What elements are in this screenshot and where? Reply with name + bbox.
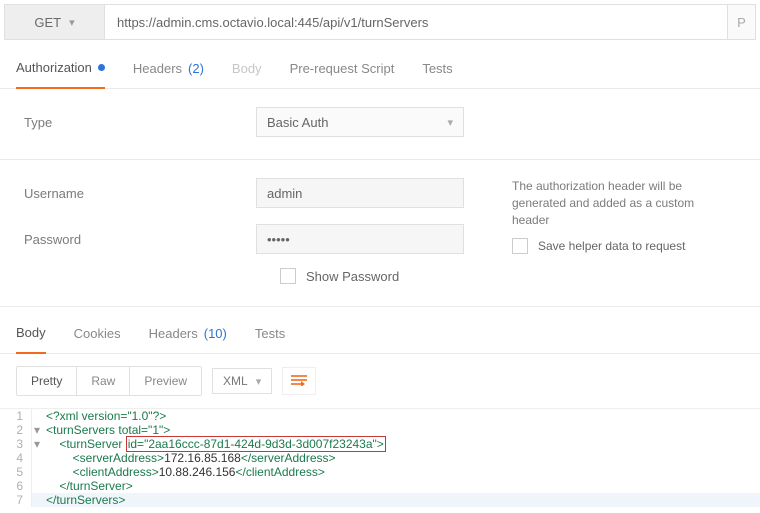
resp-tab-cookies[interactable]: Cookies — [74, 325, 121, 353]
chevron-down-icon: ▾ — [69, 16, 75, 29]
fold-icon[interactable]: ▾ — [32, 423, 42, 437]
tab-tests[interactable]: Tests — [422, 60, 452, 88]
auth-type-select[interactable]: Basic Auth ▾ — [256, 107, 464, 137]
code-text: 10.88.246.156 — [159, 465, 236, 479]
auth-help-text: The authorization header will be generat… — [512, 178, 732, 228]
type-label: Type — [24, 115, 256, 130]
auth-credentials-section: Username admin Password ••••• Show Passw… — [0, 160, 760, 307]
show-password-checkbox[interactable] — [280, 268, 296, 284]
code-text: </clientAddress> — [235, 465, 324, 479]
password-input[interactable]: ••••• — [256, 224, 464, 254]
request-tabs: Authorization Headers (2) Body Pre-reque… — [0, 40, 760, 89]
username-label: Username — [24, 186, 256, 201]
tab-label: Body — [232, 61, 262, 76]
tab-headers[interactable]: Headers (2) — [133, 60, 204, 88]
code-text: 172.16.85.168 — [164, 451, 241, 465]
wrap-toggle[interactable] — [282, 367, 316, 395]
select-value: Basic Auth — [267, 115, 328, 130]
params-button[interactable]: P — [727, 5, 755, 39]
tab-count: (10) — [204, 326, 227, 341]
tab-body[interactable]: Body — [232, 60, 262, 88]
code-text: id="2aa16ccc-87d1-424d-9d3d-3d007f23243a… — [128, 437, 384, 451]
fold-icon[interactable]: ▾ — [32, 437, 42, 451]
tab-label: Headers — [149, 326, 198, 341]
save-helper-label: Save helper data to request — [538, 239, 685, 253]
view-mode-group: Pretty Raw Preview — [16, 366, 202, 396]
tab-label: Tests — [422, 61, 452, 76]
tab-label: Body — [16, 325, 46, 340]
pretty-button[interactable]: Pretty — [17, 367, 76, 395]
password-label: Password — [24, 232, 256, 247]
line-number: 1 — [0, 409, 32, 423]
auth-type-section: Type Basic Auth ▾ — [0, 89, 760, 160]
code-text: total="1" — [115, 423, 163, 437]
format-value: XML — [223, 374, 248, 388]
resp-tab-body[interactable]: Body — [16, 325, 46, 354]
code-text: </turnServer> — [59, 479, 132, 493]
show-password-label: Show Password — [306, 269, 399, 284]
line-number: 2 — [0, 423, 32, 437]
highlight-box: id="2aa16ccc-87d1-424d-9d3d-3d007f23243a… — [126, 436, 386, 452]
resp-tab-headers[interactable]: Headers (10) — [149, 325, 227, 353]
request-bar: GET ▾ https://admin.cms.octavio.local:44… — [4, 4, 756, 40]
line-number: 4 — [0, 451, 32, 465]
chevron-down-icon: ▾ — [447, 116, 453, 129]
code-text: <turnServer — [59, 437, 122, 451]
url-input[interactable]: https://admin.cms.octavio.local:445/api/… — [105, 5, 727, 39]
tab-prerequest[interactable]: Pre-request Script — [290, 60, 395, 88]
code-text: <clientAddress> — [73, 465, 159, 479]
input-value: ••••• — [267, 232, 290, 247]
url-value: https://admin.cms.octavio.local:445/api/… — [117, 15, 428, 30]
line-number: 6 — [0, 479, 32, 493]
tab-authorization[interactable]: Authorization — [16, 60, 105, 89]
tab-count: (2) — [188, 61, 204, 76]
tab-label: Tests — [255, 326, 285, 341]
code-text: > — [163, 423, 170, 437]
tab-label: Headers — [133, 61, 182, 76]
line-number: 5 — [0, 465, 32, 479]
chevron-down-icon: ▾ — [256, 375, 262, 388]
line-number: 7 — [0, 493, 32, 507]
tab-label: Pre-request Script — [290, 61, 395, 76]
modified-dot-icon — [98, 64, 105, 71]
method-select[interactable]: GET ▾ — [5, 5, 105, 39]
line-number: 3 — [0, 437, 32, 451]
raw-button[interactable]: Raw — [76, 367, 129, 395]
response-body[interactable]: 1 <?xml version="1.0"?> 2▾ <turnServers to… — [0, 408, 760, 507]
save-helper-checkbox[interactable] — [512, 238, 528, 254]
method-label: GET — [34, 15, 61, 30]
code-text: </turnServers> — [46, 493, 125, 507]
wrap-icon — [291, 374, 307, 386]
params-hint: P — [737, 15, 746, 30]
tab-label: Cookies — [74, 326, 121, 341]
tab-label: Authorization — [16, 60, 92, 75]
resp-tab-tests[interactable]: Tests — [255, 325, 285, 353]
format-select[interactable]: XML ▾ — [212, 368, 272, 394]
preview-button[interactable]: Preview — [129, 367, 201, 395]
input-value: admin — [267, 186, 302, 201]
code-text: </serverAddress> — [241, 451, 336, 465]
response-toolbar: Pretty Raw Preview XML ▾ — [0, 354, 760, 408]
username-input[interactable]: admin — [256, 178, 464, 208]
code-text: <serverAddress> — [73, 451, 164, 465]
code-text: <turnServers — [46, 423, 115, 437]
code-text: <?xml version="1.0"?> — [46, 409, 166, 423]
response-tabs: Body Cookies Headers (10) Tests — [0, 307, 760, 354]
